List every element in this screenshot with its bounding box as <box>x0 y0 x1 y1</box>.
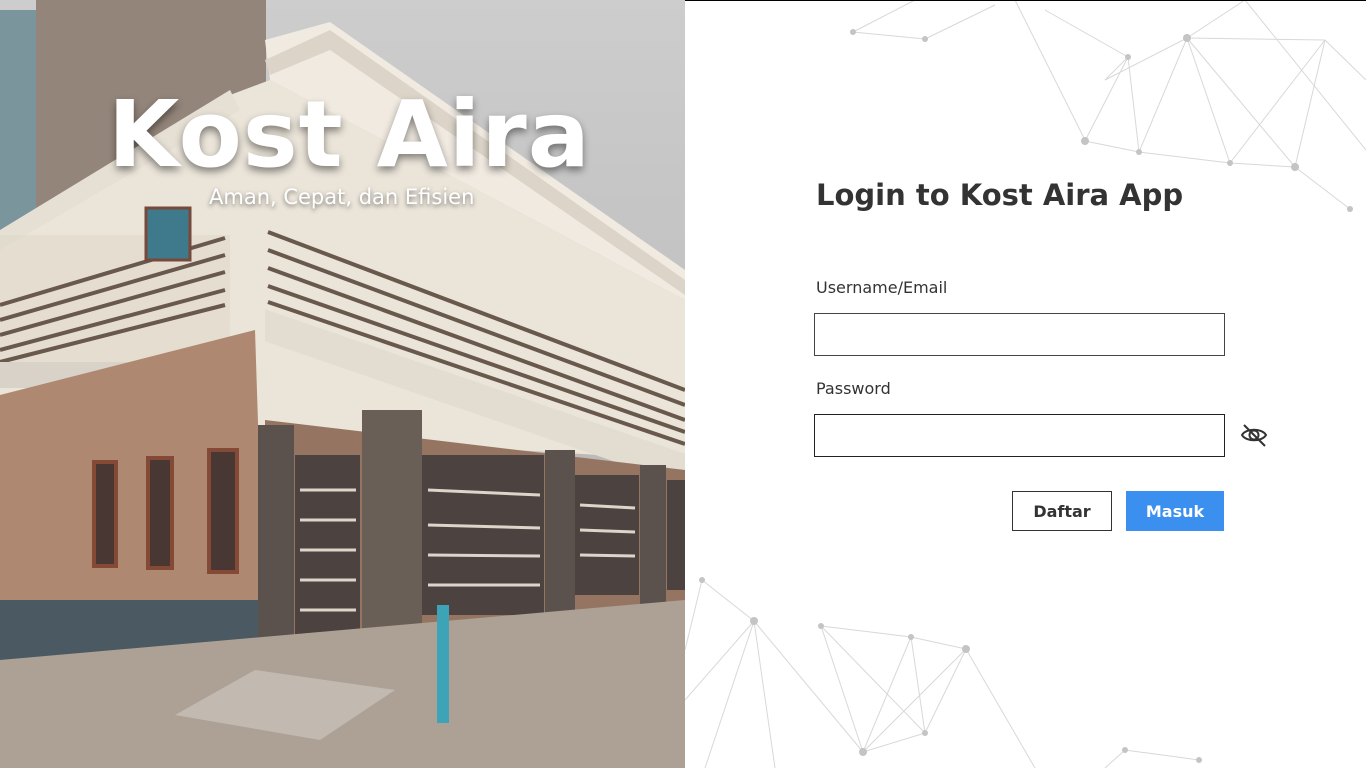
form-panel-background <box>685 0 1366 768</box>
login-title: Login to Kost Aira App <box>816 178 1184 212</box>
password-label: Password <box>816 379 891 398</box>
username-input[interactable] <box>814 313 1225 356</box>
network-pattern-decoration <box>685 0 1366 768</box>
username-label: Username/Email <box>816 278 948 297</box>
hero-photo: Kost Aira Aman, Cepat, dan Efisien <box>0 0 685 768</box>
register-button[interactable]: Daftar <box>1012 491 1112 531</box>
hero-title: Kost Aira <box>108 81 591 188</box>
password-visibility-toggle[interactable] <box>1240 421 1268 449</box>
top-border <box>685 0 1366 1</box>
password-input[interactable] <box>814 414 1225 457</box>
login-button[interactable]: Masuk <box>1126 491 1224 531</box>
hero-tagline: Aman, Cepat, dan Efisien <box>209 185 475 209</box>
eye-slash-icon <box>1240 424 1268 447</box>
